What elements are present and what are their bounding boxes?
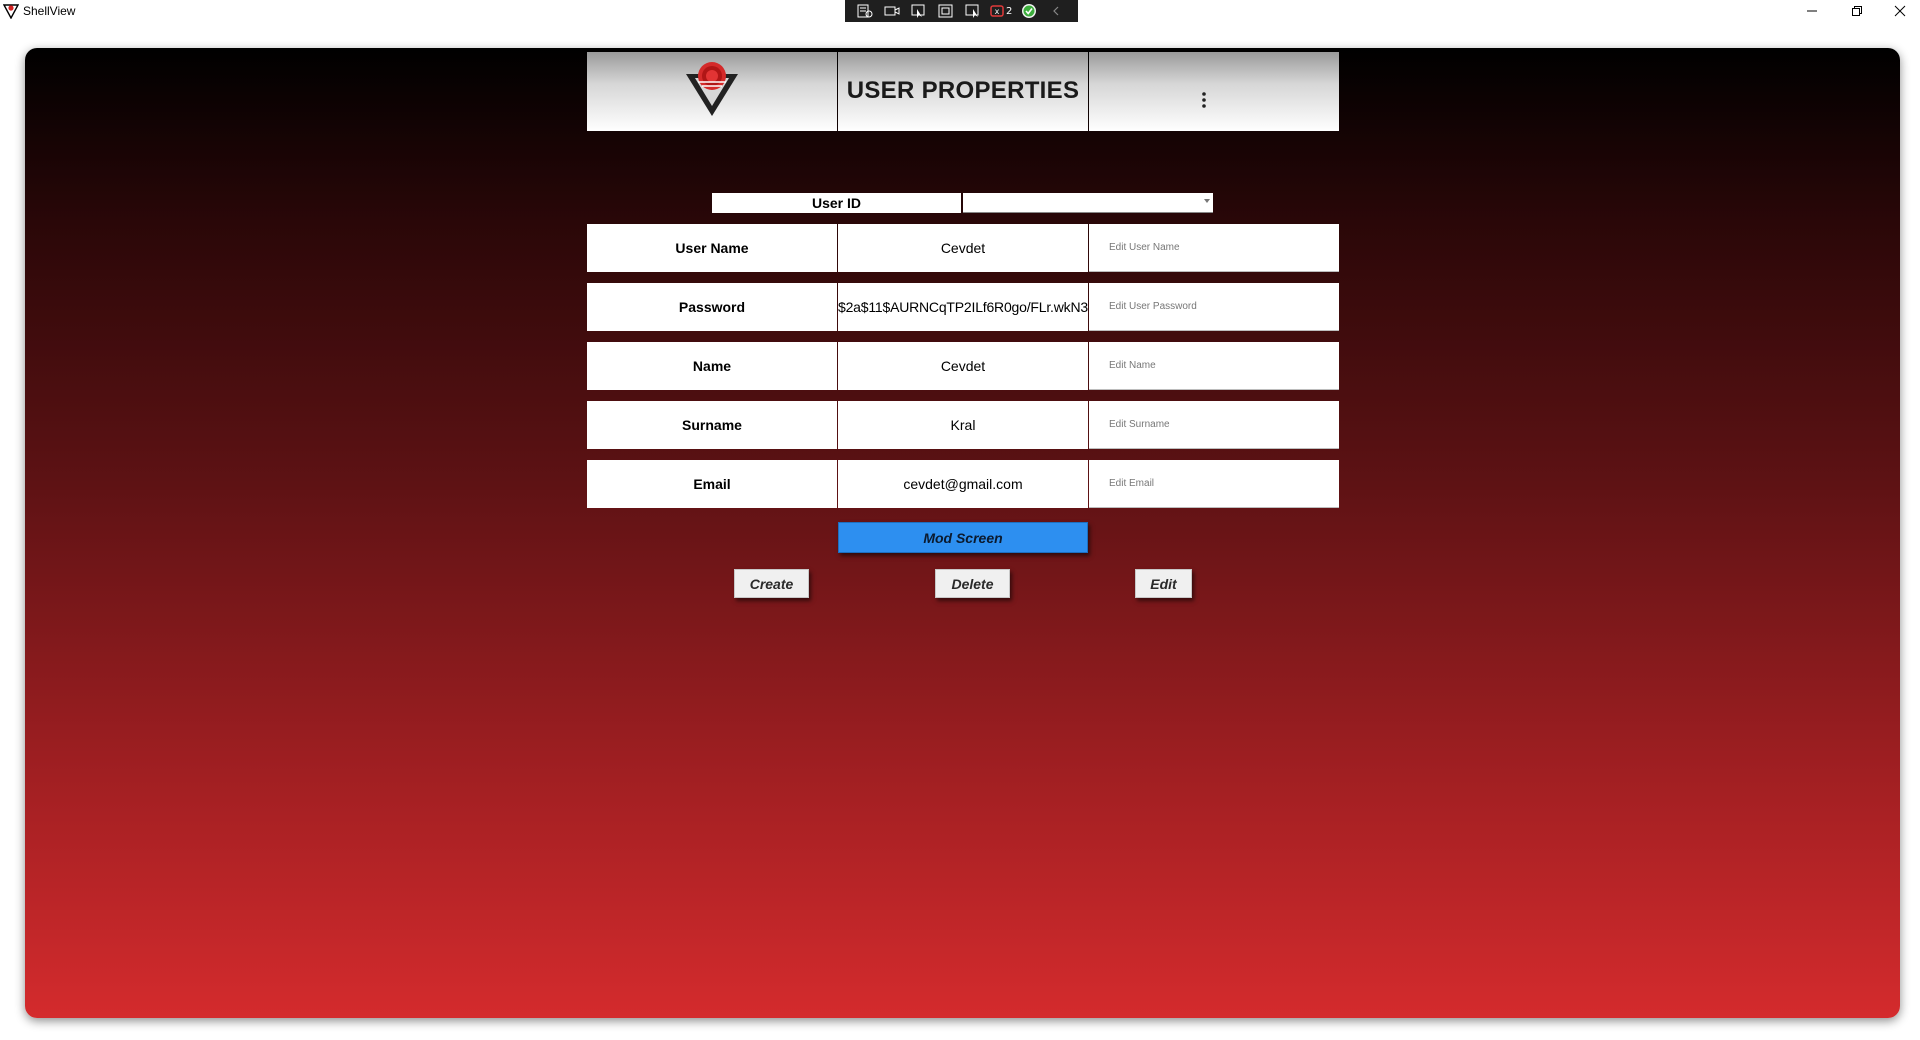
edit-user-name-input[interactable] xyxy=(1089,224,1339,272)
edit-password-input[interactable] xyxy=(1089,283,1339,331)
create-button[interactable]: Create xyxy=(734,569,809,598)
surname-label-cell: Surname xyxy=(587,401,837,449)
more-vertical-icon xyxy=(1202,92,1206,108)
name-value: Cevdet xyxy=(940,358,986,374)
svg-text:x: x xyxy=(995,7,1000,16)
restore-button[interactable] xyxy=(1835,0,1879,22)
chevron-down-icon xyxy=(1204,199,1210,203)
more-menu-button[interactable] xyxy=(1189,88,1219,112)
email-label-cell: Email xyxy=(587,460,837,508)
name-value-cell: Cevdet xyxy=(838,342,1088,390)
name-label-cell: Name xyxy=(587,342,837,390)
red-triangle-logo xyxy=(686,62,738,116)
user-id-dropdown[interactable] xyxy=(963,193,1213,213)
password-hash-value: $2a$11$AURNCqTP2ILf6R0go/FLr.wkN3 xyxy=(838,299,1088,315)
password-value-cell: $2a$11$AURNCqTP2ILf6R0go/FLr.wkN3 xyxy=(838,283,1088,331)
edit-email-input[interactable] xyxy=(1089,460,1339,508)
record-icon[interactable] xyxy=(882,3,902,19)
hot-reload-ok-icon[interactable] xyxy=(1019,3,1039,19)
binding-failures-indicator[interactable]: x 2 xyxy=(990,3,1012,19)
close-button[interactable] xyxy=(1878,0,1920,22)
surname-value-cell: Kral xyxy=(838,401,1088,449)
binding-failures-icon: x xyxy=(990,5,1004,17)
edit-surname-input[interactable] xyxy=(1089,401,1339,449)
binding-failures-count: 2 xyxy=(1006,5,1013,17)
collapse-icon[interactable] xyxy=(1046,3,1066,19)
display-layout-adorners-icon[interactable] xyxy=(936,3,956,19)
surname-value: Kral xyxy=(950,417,976,433)
app-icon xyxy=(3,4,19,19)
name-label: Name xyxy=(692,358,732,374)
password-label-cell: Password xyxy=(587,283,837,331)
delete-button[interactable]: Delete xyxy=(935,569,1010,598)
user-name-label-cell: User Name xyxy=(587,224,837,272)
minimize-icon xyxy=(1807,10,1817,12)
email-value: cevdet@gmail.com xyxy=(903,476,1023,492)
restore-icon xyxy=(1852,6,1862,16)
email-label: Email xyxy=(693,476,731,492)
edit-button[interactable]: Edit xyxy=(1135,569,1192,598)
email-value-cell: cevdet@gmail.com xyxy=(838,460,1088,508)
window-title: ShellView xyxy=(23,4,76,18)
surname-label: Surname xyxy=(682,417,742,433)
track-focus-icon[interactable] xyxy=(963,3,983,19)
mod-screen-button[interactable]: Mod Screen xyxy=(838,522,1088,553)
user-id-selected-value xyxy=(963,195,969,209)
live-visual-tree-icon[interactable] xyxy=(855,3,875,19)
user-name-label: User Name xyxy=(675,240,749,256)
debug-toolbar: x 2 xyxy=(845,0,1078,22)
user-name-value-cell: Cevdet xyxy=(838,224,1088,272)
edit-name-input[interactable] xyxy=(1089,342,1339,390)
user-id-label: User ID xyxy=(712,193,961,213)
minimize-button[interactable] xyxy=(1790,0,1834,22)
password-label: Password xyxy=(678,299,746,315)
close-icon xyxy=(1894,5,1906,17)
user-name-value: Cevdet xyxy=(940,240,986,256)
select-element-icon[interactable] xyxy=(909,3,929,19)
page-title: USER PROPERTIES xyxy=(846,77,1080,104)
